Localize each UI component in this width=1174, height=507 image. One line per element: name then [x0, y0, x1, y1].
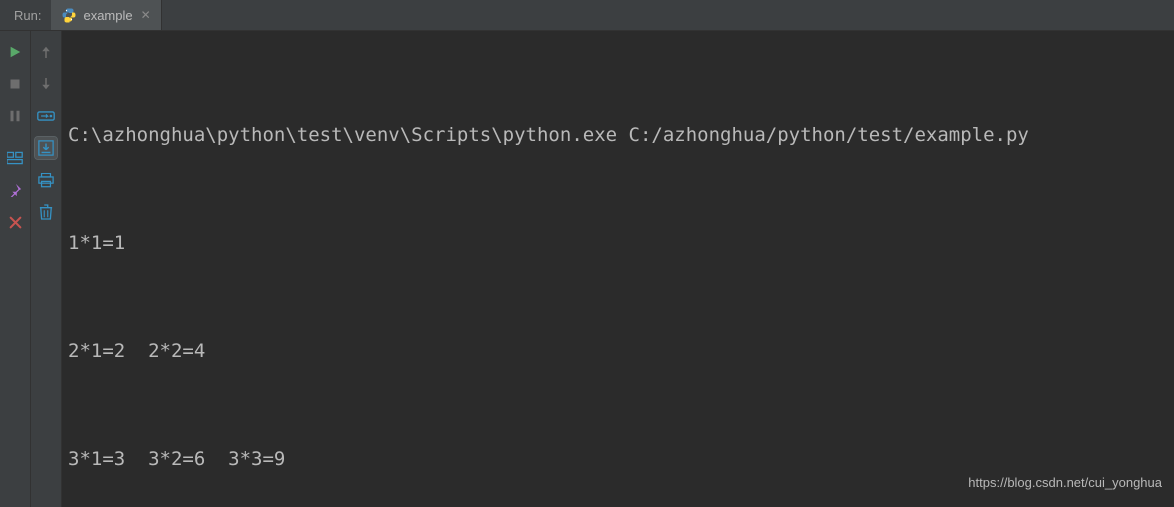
scroll-to-end-icon[interactable] [35, 137, 57, 159]
close-tab-icon[interactable]: ✕ [141, 8, 151, 22]
close-icon[interactable] [4, 211, 26, 233]
soft-wrap-icon[interactable] [35, 105, 57, 127]
tab-label: example [83, 8, 132, 23]
stop-icon[interactable] [4, 73, 26, 95]
run-label: Run: [0, 0, 51, 30]
step-down-icon[interactable] [35, 73, 57, 95]
step-up-icon[interactable] [35, 41, 57, 63]
run-toolbar-secondary [31, 31, 62, 507]
run-toolbar-primary [0, 31, 31, 507]
run-icon[interactable] [4, 41, 26, 63]
python-icon [61, 7, 77, 23]
console-row: 1*1=1 [68, 225, 1174, 261]
console-command: C:\azhonghua\python\test\venv\Scripts\py… [68, 117, 1174, 153]
print-icon[interactable] [35, 169, 57, 191]
console-row: 2*1=2 2*2=4 [68, 333, 1174, 369]
run-tab-example[interactable]: example ✕ [51, 0, 161, 30]
trash-icon[interactable] [35, 201, 57, 223]
pause-icon[interactable] [4, 105, 26, 127]
layout-icon[interactable] [4, 147, 26, 169]
console-output[interactable]: C:\azhonghua\python\test\venv\Scripts\py… [62, 31, 1174, 507]
pin-icon[interactable] [4, 179, 26, 201]
watermark: https://blog.csdn.net/cui_yonghua [968, 465, 1162, 501]
run-tabbar: Run: example ✕ [0, 0, 1174, 31]
